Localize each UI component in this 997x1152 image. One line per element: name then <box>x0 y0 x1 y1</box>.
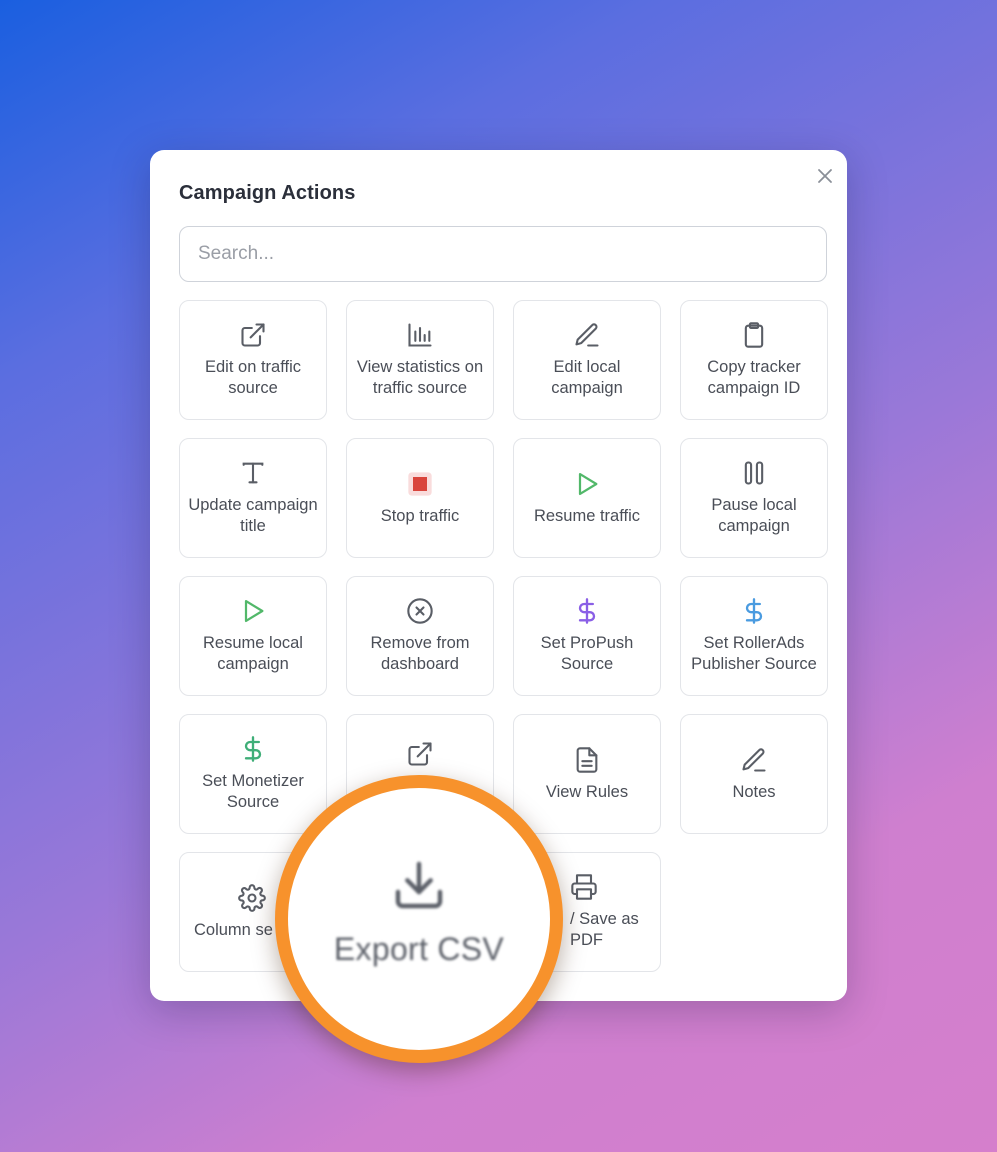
action-label: Resume local campaign <box>203 634 303 673</box>
play-icon <box>239 597 267 625</box>
close-icon <box>818 169 832 183</box>
action-label: Set ProPush Source <box>540 634 634 673</box>
action-label: Copy tracker campaign ID <box>707 358 801 397</box>
action-label: Set Monetizer Source <box>202 772 304 811</box>
text-icon <box>239 459 267 487</box>
action-label: Update campaign title <box>188 496 318 535</box>
action-edit-on-traffic-source[interactable]: Edit on traffic source <box>179 300 327 420</box>
action-label: Column se <box>194 920 273 939</box>
modal-title: Campaign Actions <box>179 182 356 204</box>
action-remove-from-dashboard[interactable]: Remove from dashboard <box>346 576 494 696</box>
action-label: Resume traffic <box>533 506 641 525</box>
action-set-monetizer-source[interactable]: Set Monetizer Source <box>179 714 327 834</box>
dollar-icon <box>239 735 267 763</box>
action-edit-local-campaign[interactable]: Edit local campaign <box>513 300 661 420</box>
bar-chart-icon <box>406 321 434 349</box>
document-icon <box>573 746 601 774</box>
action-update-campaign-title[interactable]: Update campaign title <box>179 438 327 558</box>
action-label: Pause local campaign <box>711 496 797 535</box>
gear-icon <box>238 883 266 912</box>
action-set-propush-source[interactable]: Set ProPush Source <box>513 576 661 696</box>
action-label: Edit on traffic source <box>205 358 301 397</box>
stop-icon <box>406 470 434 498</box>
grid-empty-cell <box>680 852 828 972</box>
action-resume-local-campaign[interactable]: Resume local campaign <box>179 576 327 696</box>
external-link-icon <box>239 321 267 349</box>
action-pause-local-campaign[interactable]: Pause local campaign <box>680 438 828 558</box>
action-stop-traffic[interactable]: Stop traffic <box>346 438 494 558</box>
dollar-icon <box>573 597 601 625</box>
action-label: Stop traffic <box>380 506 460 525</box>
action-view-rules[interactable]: View Rules <box>513 714 661 834</box>
play-icon <box>573 470 601 498</box>
action-label: Set RollerAds Publisher Source <box>691 634 817 673</box>
action-label: Remove from dashboard <box>370 634 470 673</box>
pause-icon <box>740 459 768 487</box>
download-icon <box>395 861 443 908</box>
action-notes[interactable]: Notes <box>680 714 828 834</box>
external-link-icon <box>406 740 434 768</box>
action-resume-traffic[interactable]: Resume traffic <box>513 438 661 558</box>
close-button[interactable] <box>815 166 835 186</box>
action-copy-tracker-campaign-id[interactable]: Copy tracker campaign ID <box>680 300 828 420</box>
pencil-icon <box>573 321 601 349</box>
export-csv-label: Export CSV <box>333 930 505 967</box>
search-input[interactable] <box>179 226 827 282</box>
dollar-icon <box>740 597 768 625</box>
action-label: / Save as PDF <box>570 910 639 949</box>
action-label: Notes <box>732 782 776 801</box>
x-circle-icon <box>406 597 434 625</box>
printer-icon <box>570 873 598 901</box>
action-view-statistics[interactable]: View statistics on traffic source <box>346 300 494 420</box>
clipboard-icon <box>740 321 768 349</box>
pencil-icon <box>740 746 768 774</box>
action-label: View Rules <box>545 782 629 801</box>
action-label: View statistics on traffic source <box>356 358 484 397</box>
action-label: Edit local campaign <box>551 358 623 397</box>
action-set-rollerads-publisher-source[interactable]: Set RollerAds Publisher Source <box>680 576 828 696</box>
magnifier-highlight: Export CSV <box>275 775 563 1063</box>
